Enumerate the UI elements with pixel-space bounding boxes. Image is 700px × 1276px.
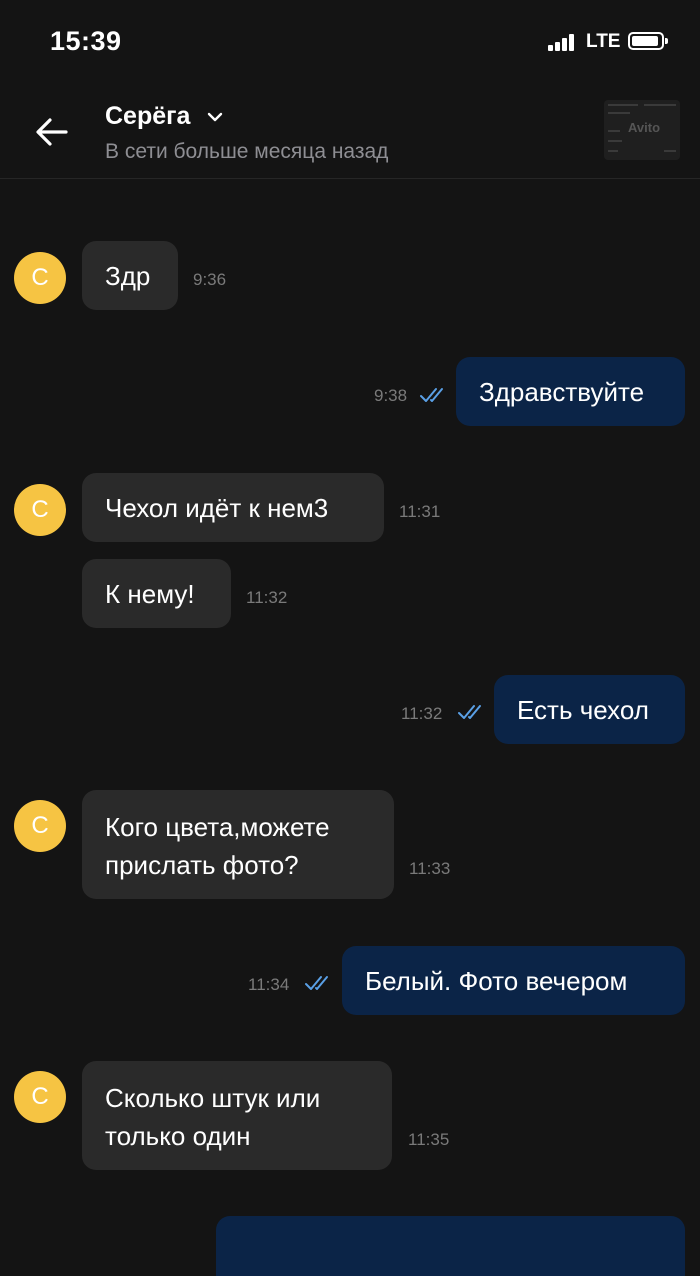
double-check-icon (420, 388, 443, 402)
status-bar: 15:39 LTE (0, 0, 700, 86)
message-bubble[interactable]: Есть чехол (494, 675, 685, 744)
message-text: Белый. Фото вечером (365, 965, 628, 996)
message-text: Кого цвета,можете прислать фото? (105, 812, 330, 880)
message-text: Чехол идёт к нем3 (105, 492, 329, 523)
avito-logo: Avito (628, 120, 661, 135)
chevron-down-icon[interactable] (206, 108, 224, 126)
double-check-icon (305, 976, 328, 990)
message-bubble[interactable]: Здр (82, 241, 178, 310)
message-time: 9:36 (193, 270, 227, 289)
battery-icon (628, 32, 668, 50)
double-check-icon (458, 705, 481, 719)
message-bubble[interactable]: Чехол идёт к нем3 (82, 473, 384, 542)
chat-header: Серёга В сети больше месяца назад Avito (0, 86, 700, 179)
contact-name[interactable]: Серёга (105, 102, 190, 131)
message-time: 9:38 (374, 386, 408, 405)
status-time: 15:39 (50, 26, 122, 56)
message-time: 11:32 (246, 588, 288, 607)
network-type: LTE (586, 31, 621, 52)
message-bubble-partial[interactable] (216, 1216, 685, 1276)
back-button[interactable] (30, 110, 74, 154)
contact-status: В сети больше месяца назад (105, 140, 389, 163)
avatar[interactable]: С (14, 252, 66, 304)
message-text: Есть чехол (517, 694, 649, 725)
message-time: 11:35 (408, 1130, 450, 1149)
avatar[interactable]: С (14, 1071, 66, 1123)
message-time: 11:32 (401, 704, 443, 723)
message-bubble[interactable]: К нему! (82, 559, 231, 628)
message-bubble[interactable]: Здравствуйте (456, 357, 685, 426)
message-bubble[interactable]: Сколько штук или только один (82, 1061, 392, 1170)
message-bubble[interactable]: Кого цвета,можете прислать фото? (82, 790, 394, 899)
message-text: К нему! (105, 578, 195, 609)
message-time: 11:33 (409, 859, 451, 878)
avatar[interactable]: С (14, 800, 66, 852)
message-time: 11:34 (248, 975, 290, 994)
message-time: 11:31 (399, 502, 441, 521)
arrow-left-icon (36, 118, 68, 146)
message-bubble[interactable]: Белый. Фото вечером (342, 946, 685, 1015)
signal-icon (548, 33, 580, 51)
message-text: Сколько штук или только один (105, 1083, 321, 1151)
listing-thumbnail[interactable]: Avito (604, 100, 680, 160)
avatar[interactable]: С (14, 484, 66, 536)
message-text: Здравствуйте (479, 376, 645, 407)
message-text: Здр (105, 260, 151, 291)
